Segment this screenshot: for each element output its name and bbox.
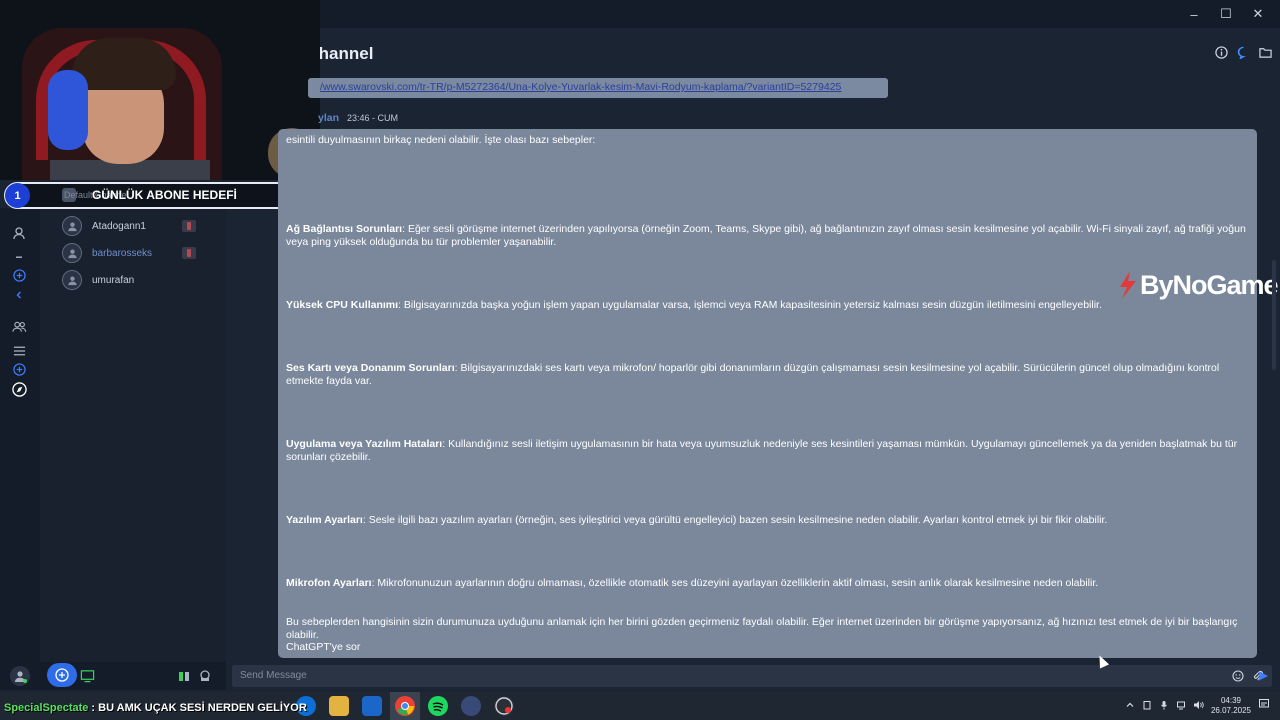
alert-text: : BU AMK UÇAK SESİ NERDEN GELİYOR — [88, 702, 307, 714]
info-icon[interactable] — [1214, 45, 1228, 59]
add-button[interactable] — [47, 663, 77, 687]
avatar — [62, 216, 82, 236]
subscriber-goal: Default Channel 1 GÜNLÜK ABONE HEDEFİ 10 — [4, 182, 316, 209]
chat-bubble-icon[interactable] — [1236, 45, 1250, 59]
status-badge — [182, 220, 196, 232]
list-item[interactable]: Atadogann1 — [62, 216, 196, 236]
status-badge — [182, 247, 196, 259]
bottom-toolbar — [0, 662, 226, 690]
message-link[interactable]: /www.swarovski.com/tr-TR/p-M5272364/Una-… — [320, 81, 841, 93]
hair — [72, 38, 176, 90]
notification-icon[interactable] — [1258, 697, 1270, 715]
item-title: Yüksek CPU Kullanımı — [286, 299, 399, 311]
stream-chat-alert: SpecialSpectate : BU AMK UÇAK SESİ NERDE… — [4, 702, 307, 714]
item-title: Mikrofon Ayarları — [286, 577, 372, 589]
item-text: : Eğer sesli görüşme internet üzerinden … — [286, 223, 1246, 248]
send-icon[interactable] — [1257, 669, 1269, 687]
member-list: Atadogann1 barbarosseks umurafan — [40, 208, 226, 662]
file-explorer-icon[interactable] — [329, 696, 349, 716]
link-message: /www.swarovski.com/tr-TR/p-M5272364/Una-… — [308, 78, 888, 98]
item-title: Uygulama veya Yazılım Hataları — [286, 438, 443, 450]
channel-header: t Channel — [226, 28, 1280, 76]
item-text: : Bilgisayarınızda başka yoğun işlem yap… — [398, 299, 1102, 311]
volume-icon[interactable] — [1193, 697, 1204, 715]
window-controls: – ☐ ✕ — [1180, 4, 1272, 24]
avatar — [62, 270, 82, 290]
message-signature: ChatGPT'ye sor — [286, 641, 361, 653]
add-channel-icon[interactable] — [10, 360, 28, 378]
message-item: Ağ Bağlantısı Sorunları: Eğer sesli görü… — [286, 223, 1248, 249]
watermark-text: ByNoGame — [1140, 269, 1279, 300]
watermark: ByNoGame — [1116, 268, 1279, 302]
message-input[interactable]: Send Message — [232, 665, 1272, 687]
avatar — [62, 243, 82, 263]
list-item[interactable]: barbarosseks — [62, 243, 196, 263]
add-icon[interactable] — [10, 266, 28, 284]
chevron-left-icon[interactable] — [10, 286, 28, 304]
chevron-up-icon[interactable] — [1125, 697, 1135, 715]
outlook-icon[interactable] — [362, 696, 382, 716]
menu-icon[interactable] — [10, 342, 28, 360]
headphone — [48, 70, 88, 150]
item-text: : Sesle ilgili bazı yazılım ayarları (ör… — [362, 514, 1108, 526]
microphone-icon[interactable] — [1159, 697, 1169, 715]
maximize-button[interactable]: ☐ — [1212, 4, 1240, 24]
compass-icon[interactable] — [10, 380, 28, 398]
goal-count: 1 — [5, 183, 30, 208]
member-name: barbarosseks — [92, 247, 153, 259]
message-sender[interactable]: ylan — [318, 112, 339, 124]
folder-icon[interactable] — [1258, 45, 1272, 59]
message-intro: esintili duyulmasının birkaç nedeni olab… — [286, 134, 596, 146]
teamspeak-icon[interactable] — [461, 696, 481, 716]
battery-icon[interactable] — [1142, 697, 1152, 715]
goal-label: GÜNLÜK ABONE HEDEFİ — [92, 188, 237, 202]
headset-icon[interactable] — [195, 666, 215, 686]
user-icon[interactable] — [10, 224, 28, 242]
chat-message: esintili duyulmasının birkaç nedeni olab… — [278, 129, 1257, 658]
users-icon[interactable] — [10, 318, 28, 336]
minimize-button[interactable]: – — [1180, 4, 1208, 24]
speaker-icon[interactable] — [174, 666, 194, 686]
message-item: Mikrofon Ayarları: Mikrofonunuzun ayarla… — [286, 577, 1248, 590]
message-item: Uygulama veya Yazılım Hataları: Kullandı… — [286, 438, 1248, 464]
item-title: Ağ Bağlantısı Sorunları — [286, 223, 403, 235]
nav-rail — [0, 208, 40, 662]
close-button[interactable]: ✕ — [1244, 4, 1272, 24]
message-item: Ses Kartı veya Donanım Sorunları: Bilgis… — [286, 362, 1248, 388]
minus-icon[interactable] — [10, 248, 28, 266]
system-clock[interactable]: 04:39 26.07.2025 — [1211, 696, 1251, 716]
chrome-icon[interactable] — [395, 696, 415, 716]
item-title: Ses Kartı veya Donanım Sorunları — [286, 362, 455, 374]
clock-time: 04:39 — [1220, 696, 1241, 705]
obs-icon[interactable] — [494, 696, 514, 716]
message-timestamp: 23:46 - CUM — [347, 113, 399, 123]
item-text: : Mikrofonunuzun ayarlarının doğru olmam… — [371, 577, 1099, 589]
item-title: Yazılım Ayarları — [286, 514, 363, 526]
clock-date: 26.07.2025 — [1210, 706, 1251, 715]
scrollbar[interactable] — [1272, 260, 1276, 370]
profile-icon[interactable] — [10, 666, 30, 686]
message-item: Yazılım Ayarları: Sesle ilgili bazı yazı… — [286, 514, 1248, 527]
screen-share-icon[interactable] — [77, 666, 97, 686]
header-actions — [1214, 45, 1272, 59]
webcam-overlay — [0, 0, 320, 180]
alert-user: SpecialSpectate — [4, 702, 89, 714]
spotify-icon[interactable] — [428, 696, 448, 716]
message-outro: Bu sebeplerden hangisinin sizin durumunu… — [286, 616, 1238, 641]
member-name: Atadogann1 — [92, 220, 146, 232]
member-name: umurafan — [92, 274, 135, 286]
network-icon[interactable] — [1176, 697, 1186, 715]
list-item[interactable]: umurafan — [62, 270, 134, 290]
system-tray: 04:39 26.07.2025 — [1125, 696, 1270, 716]
message-input-placeholder: Send Message — [240, 670, 307, 681]
flame-icon — [1120, 271, 1136, 299]
emoji-icon[interactable] — [1232, 669, 1244, 687]
message-item: Yüksek CPU Kullanımı: Bilgisayarınızda b… — [286, 299, 1248, 312]
